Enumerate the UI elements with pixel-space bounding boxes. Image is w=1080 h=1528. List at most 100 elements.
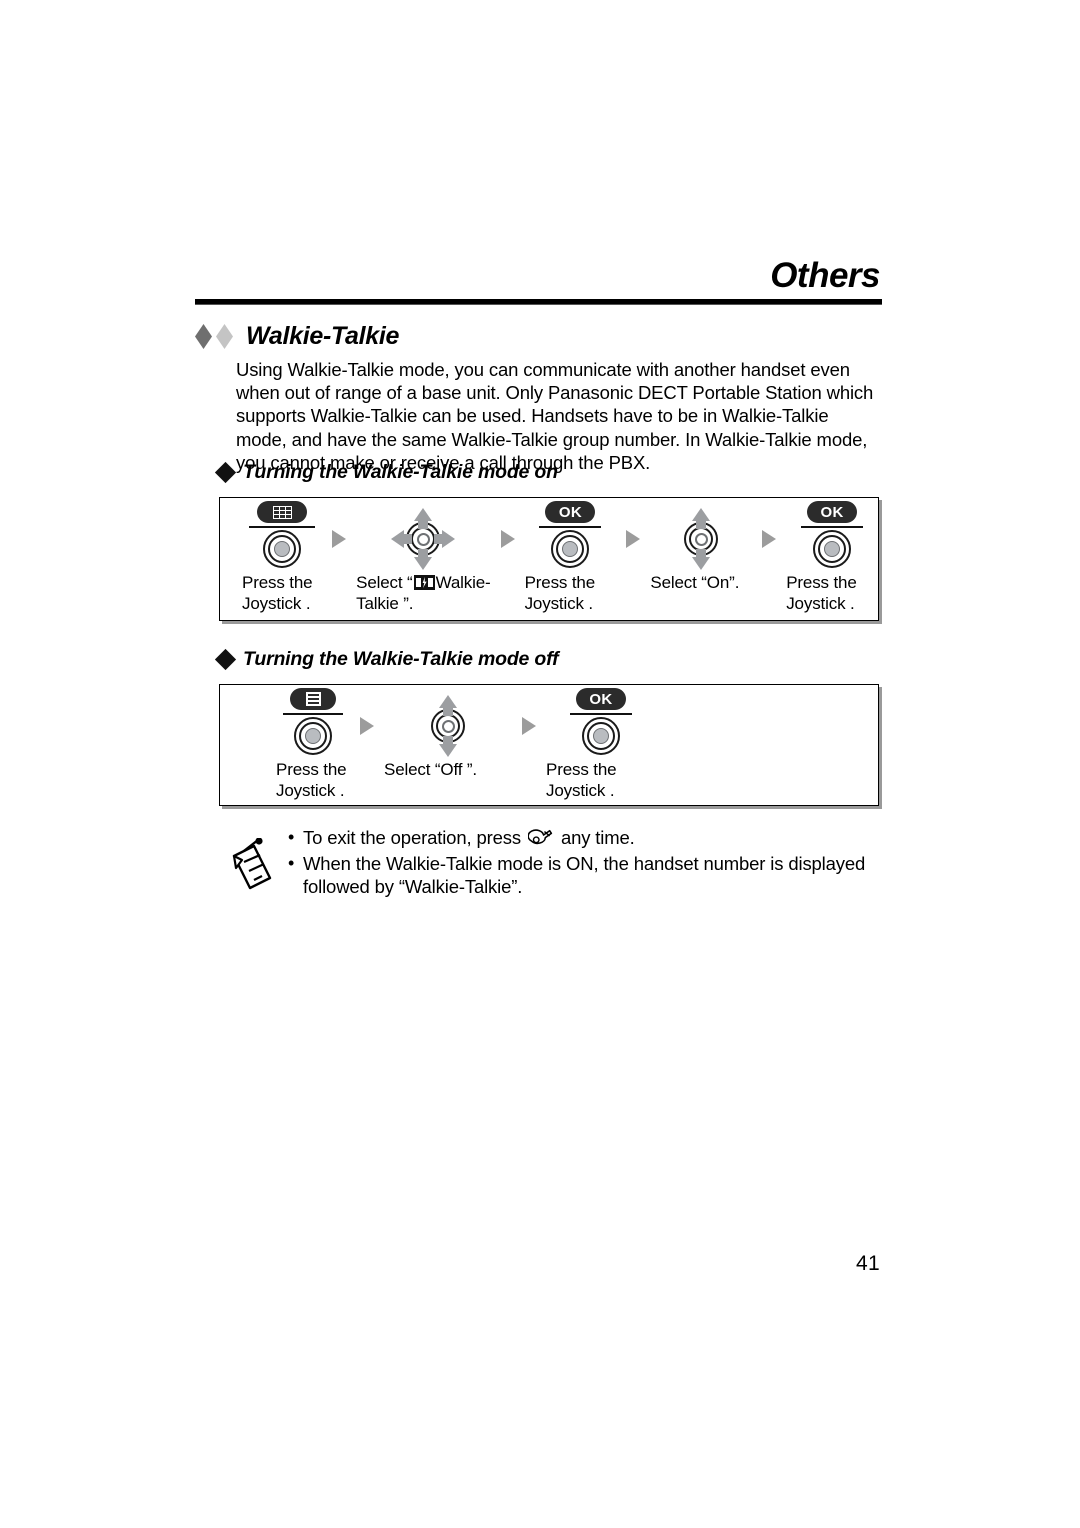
step-press-joystick-menu: Press the Joystick . [220,501,322,614]
triangle-right-icon [626,530,641,548]
arrow-left-icon [391,530,405,548]
note-item: • To exit the operation, press any time. [288,826,880,850]
page-title: Others [770,256,880,295]
joystick-up-down-icon[interactable] [425,695,471,757]
step-icon: OK [525,501,617,568]
section-heading: Walkie-Talkie [195,322,399,351]
header-rule [195,299,882,305]
step-caption: Select “ Walkie- Talkie ”. [356,568,491,614]
caption-line-1: Select “Off ”. [384,760,478,779]
joystick-core [562,541,579,557]
notes-list: • To exit the operation, press any time.… [282,826,880,901]
caption-line-1: Press the [276,760,347,779]
ok-label: OK [558,503,583,521]
step-icon [356,508,490,570]
step-caption: Press the Joystick . [546,755,617,801]
caption-line-2: Joystick . [276,781,345,800]
key-underline [283,713,343,715]
joystick-ring-inner [689,527,714,551]
note-text-after: any time. [560,827,635,848]
note-bullet: • [288,852,295,873]
note-text-before: To exit the operation, press [303,827,521,848]
step-icon: OK [546,688,656,755]
joystick-ring-inner [436,714,460,738]
arrow-down-icon [414,557,433,570]
step-icon [242,501,322,568]
joystick-core [416,532,430,546]
joystick-icon[interactable] [813,530,852,568]
diamond-solid-icon [214,648,237,671]
caption-suffix: Walkie- [435,573,491,592]
joystick-up-down-icon[interactable] [678,508,724,570]
joystick-four-way-icon[interactable] [391,508,456,570]
note-item: • When the Walkie-Talkie mode is ON, the… [288,852,880,899]
ok-key-pill: OK [576,688,626,710]
ok-key-icon[interactable]: OK [801,501,864,568]
joystick-core [274,541,291,557]
flow-arrow-separator [512,697,546,755]
arrow-up-icon [692,508,711,521]
flow-arrow-separator [350,697,384,755]
joystick-ring [587,722,615,750]
joystick-ring [818,535,847,563]
list-icon [304,691,322,707]
arrow-down-icon [439,744,457,757]
step-press-joystick-ok-2: OK Press the Joystick . [786,501,878,614]
note-text: When the Walkie-Talkie mode is ON, the h… [303,852,866,898]
subheading-text: Turning the Walkie-Talkie mode off [243,648,559,670]
note-text: To exit the operation, press any time. [303,826,880,850]
key-underline [570,713,632,715]
caption-line-2: Joystick . [786,594,855,613]
step-icon [650,508,752,570]
joystick-core [305,728,321,744]
triangle-right-icon [332,530,347,548]
subheading-mode-on: Turning the Walkie-Talkie mode on [214,461,558,484]
arrow-down-icon [692,557,711,570]
step-caption: Press the Joystick . [786,568,857,614]
ok-key-icon[interactable]: OK [570,688,632,755]
joystick-icon[interactable] [294,717,332,755]
ok-label: OK [820,503,844,521]
joystick-ring [268,535,297,563]
flow-arrow-separator [616,510,650,568]
section-title: Walkie-Talkie [246,322,400,350]
page-header: Others [195,258,882,305]
step-select-walkie-talkie: Select “ Walkie- Talkie ”. [356,508,491,614]
caption-line-2: Joystick . [546,781,615,800]
memo-note-icon [228,826,282,895]
ok-key-icon[interactable]: OK [539,501,602,568]
ok-key-pill: OK [807,501,858,523]
joystick-icon[interactable] [551,530,590,568]
procedure-box-mode-off: Press the Joystick . Select “Off ”. OK P… [219,684,879,806]
caption-line-1: Press the [786,573,857,592]
step-icon [384,695,512,757]
menu-key-pill [257,501,308,523]
menu-key-pill [290,688,336,710]
subheading-text: Turning the Walkie-Talkie mode on [243,461,558,483]
caption-prefix: Select “ [356,573,413,592]
menu-list-key-icon[interactable] [283,688,343,755]
grid-icon [271,504,293,520]
page-number: 41 [856,1252,880,1275]
flow-arrow-separator [491,510,525,568]
caption-line-1: Press the [546,760,617,779]
flow-arrow-separator [752,510,786,568]
power-off-hook-key-glyph-icon [527,829,553,845]
joystick-icon[interactable] [263,530,302,568]
notepad-pencil-icon [232,837,272,890]
step-caption: Press the Joystick . [242,568,313,614]
step-caption: Press the Joystick . [276,755,347,801]
joystick-core [694,532,708,546]
menu-grid-key-icon[interactable] [249,501,316,568]
caption-line-1: Press the [242,573,313,592]
note-bullet: • [288,827,295,847]
step-caption: Press the Joystick . [525,568,596,614]
triangle-right-icon [360,717,374,735]
arrow-right-icon [442,530,456,548]
joystick-ring-inner [411,527,436,551]
joystick-ring [556,535,585,563]
joystick-icon[interactable] [582,717,620,755]
step-press-joystick-ok: OK Press the Joystick . [546,688,656,801]
step-select-on: Select “On”. [650,508,752,593]
joystick-ring [299,722,327,750]
